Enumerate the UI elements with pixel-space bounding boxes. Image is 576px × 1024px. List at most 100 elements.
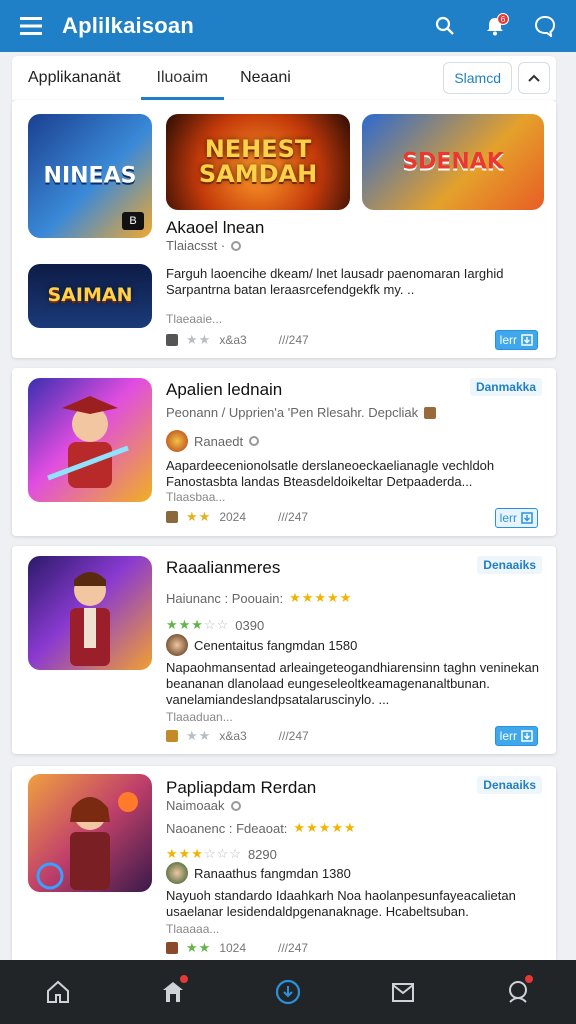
app-size: ///247 xyxy=(278,333,309,347)
app-publisher: Haiunanc : Poouain: xyxy=(166,590,284,606)
rating-row: ★★★ ☆☆☆ 8290 xyxy=(166,846,277,862)
tab-apps[interactable]: Applikananät xyxy=(12,56,137,100)
app-thumbnail[interactable] xyxy=(28,774,152,892)
app-stats: ★★ 1024 ///247 xyxy=(166,940,308,956)
tab-label: Applikananät xyxy=(28,69,121,86)
filter-button[interactable]: Slamcd xyxy=(443,62,512,94)
download-icon xyxy=(521,334,533,346)
description-line: Farguh laoencihe dkeam/ lnet lausadr pae… xyxy=(166,266,504,281)
description-line: Sarpantrna batan leraasrcefendgekfk my. … xyxy=(166,282,415,297)
notification-dot xyxy=(178,974,189,984)
badge-icon: B xyxy=(122,212,144,230)
app-thumbnail[interactable]: SAIMAN xyxy=(28,264,152,328)
tab-bar: Applikananät Iluoaim Neaani Slamcd xyxy=(12,56,556,100)
app-thumbnail[interactable]: NEHEST SAMDAH xyxy=(166,114,350,210)
verified-icon xyxy=(230,800,241,811)
app-category: Tlaiacsst · xyxy=(166,238,226,253)
app-card[interactable]: Papliapdam Rerdan Denaaiks Naimoaak Naoa… xyxy=(12,766,556,960)
rating-count: 8290 xyxy=(247,846,277,862)
install-button[interactable]: lerr xyxy=(494,726,538,746)
nav-downloads[interactable] xyxy=(264,968,312,1016)
menu-button[interactable] xyxy=(14,9,48,43)
notification-dot xyxy=(524,974,535,984)
app-thumbnail[interactable]: SDENAK xyxy=(362,114,544,210)
download-circle-icon xyxy=(275,979,301,1005)
search-icon xyxy=(435,16,454,35)
app-meta: Haiunanc : Poouain: ★★★★★ xyxy=(166,590,352,606)
app-card[interactable]: Apalien lednain Danmakka Peonann / Uppri… xyxy=(12,368,556,536)
developer-row: Ranaathus fangmdan 1380 xyxy=(166,862,351,884)
hero-illustration-icon xyxy=(36,792,138,890)
app-meta: Peonann / Upprien'a 'Pen Rlesahr. Depcli… xyxy=(166,405,437,420)
description-line: Aapardeecenionolsatle derslaneoeckaelian… xyxy=(166,458,495,473)
app-category: Naimoaak xyxy=(166,798,225,813)
app-card[interactable]: NINEAS B NEHEST SAMDAH SDENAK Akaoel lne… xyxy=(12,100,556,358)
app-meta: Naimoaak xyxy=(166,798,241,813)
install-label: lerr xyxy=(499,333,517,347)
app-title[interactable]: Raaalianmeres xyxy=(166,558,280,578)
developer-name[interactable]: Ranaathus fangmdan 1380 xyxy=(194,866,351,881)
app-meta: Tlaiacsst · xyxy=(166,238,242,253)
nav-profile[interactable] xyxy=(494,968,542,1016)
download-icon xyxy=(521,512,533,524)
collapse-button[interactable] xyxy=(518,62,550,94)
install-label: lerr xyxy=(499,729,517,743)
developer-row: Cenentaitus fangmdan 1580 xyxy=(166,634,357,656)
bottom-navigation xyxy=(0,960,576,1024)
tab-new[interactable]: Neaani xyxy=(224,56,307,100)
nav-library[interactable] xyxy=(379,968,427,1016)
rating-value: x&a3 xyxy=(219,729,247,743)
app-title[interactable]: Akaoel lnean xyxy=(166,218,264,238)
developer-avatar xyxy=(166,430,188,452)
category-badge[interactable]: Danmakka xyxy=(469,378,542,396)
category-icon xyxy=(166,730,178,742)
app-subtext: Tlaeaaie... xyxy=(166,312,223,326)
app-thumbnail[interactable] xyxy=(28,378,152,502)
description-line: beananan dlanolaad eungeseleoltkeamagena… xyxy=(166,676,490,691)
description-line: Napaohmansentad arleaingeteogandhiarensi… xyxy=(166,660,539,675)
rating-value: 2024 xyxy=(219,510,247,524)
app-subtext: Tlaasbaa... xyxy=(166,490,226,504)
developer-name[interactable]: Cenentaitus fangmdan 1580 xyxy=(194,638,357,653)
download-icon xyxy=(521,730,533,742)
rating-stars: ★★★★★ xyxy=(293,820,357,835)
install-button[interactable]: lerr xyxy=(494,508,538,528)
tab-games[interactable]: Iluoaim xyxy=(140,56,225,100)
install-button[interactable]: lerr xyxy=(494,330,538,350)
app-thumbnail[interactable]: NINEAS B xyxy=(28,114,152,238)
notifications-button[interactable]: 6 xyxy=(478,9,512,43)
description-line: usaelanar lesidendaldpgenanaknage. Hcabe… xyxy=(166,904,469,919)
app-stats: ★★ x&a3 ///247 xyxy=(166,728,309,744)
nav-home[interactable] xyxy=(34,968,82,1016)
app-thumbnail[interactable] xyxy=(28,556,152,670)
app-title: Aplilkaisoan xyxy=(62,13,194,38)
app-publisher: Peonann / Upprien'a 'Pen Rlesahr. Depcli… xyxy=(166,405,419,420)
app-meta-secondary: Naoanenc : Fdeaoat: ★★★★★ xyxy=(166,820,357,836)
hero-illustration-icon xyxy=(70,572,110,666)
mail-icon xyxy=(392,983,415,1002)
chat-button[interactable] xyxy=(528,9,562,43)
developer-name[interactable]: Ranaedt xyxy=(194,434,243,449)
install-label: lerr xyxy=(499,511,517,525)
app-stats: ★★ 2024 ///247 xyxy=(166,509,308,525)
search-button[interactable] xyxy=(428,9,462,43)
top-app-bar: Aplilkaisoan 6 xyxy=(0,0,576,52)
rating-stars: ★★★ xyxy=(166,617,204,632)
publisher-icon xyxy=(424,406,437,419)
app-card[interactable]: Raaalianmeres Denaaiks Haiunanc : Poouai… xyxy=(12,546,556,754)
rating-stars: ★★★ xyxy=(166,846,204,861)
app-title[interactable]: Apalien lednain xyxy=(166,380,282,400)
verified-icon xyxy=(249,436,260,446)
app-title[interactable]: Papliapdam Rerdan xyxy=(166,778,316,798)
rating-stars-empty: ☆☆☆ xyxy=(203,846,242,861)
nav-store[interactable] xyxy=(149,968,197,1016)
category-badge[interactable]: Denaaiks xyxy=(477,776,542,794)
app-description: Aapardeecenionolsatle derslaneoeckaelian… xyxy=(166,458,542,490)
rating-stars: ★★★★★ xyxy=(289,590,353,605)
rating-stars: ★★ xyxy=(186,940,212,955)
app-description: Nayuoh standardo Idaahkarh Noa haolanpes… xyxy=(166,888,542,920)
thumbnail-logo-text: SDENAK xyxy=(402,149,504,175)
category-badge[interactable]: Denaaiks xyxy=(477,556,542,574)
top-actions: 6 xyxy=(428,9,562,43)
developer-row: Ranaedt xyxy=(166,430,260,452)
